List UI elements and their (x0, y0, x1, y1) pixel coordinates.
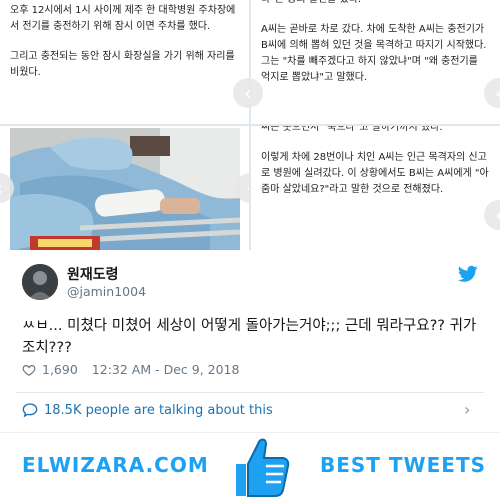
article-paragraph: 그리고 충전되는 동안 잠시 화장실을 가기 위해 자리를 비웠다. (10, 51, 235, 78)
brand-text[interactable]: ELWIZARA.COM (22, 453, 209, 477)
thumbs-up-icon (236, 438, 290, 497)
tweet-text: ㅆㅂ... 미쳤다 미쳤어 세상이 어떻게 돌아가는거야;;; 근데 뭐라구요?… (22, 318, 477, 356)
talking-about-label: 18.5K people are talking about this (44, 402, 273, 418)
article-cell-4[interactable]: 씨는 웃으면서 "죽으라"고 말하기까지 했다. 이렇게 차에 28번이나 치인… (251, 126, 500, 250)
article-cell-2[interactable]: 다"는 등의 발언을 했다. A씨는 곧바로 차로 갔다. 차에 도착한 A씨는… (251, 0, 500, 124)
article-paragraph: 다"는 등의 발언을 했다. (261, 0, 490, 8)
article-text-2: 다"는 등의 발언을 했다. A씨는 곧바로 차로 갔다. 차에 도착한 A씨는… (251, 0, 500, 86)
hospital-photo (10, 128, 240, 250)
talking-about-link[interactable]: 18.5K people are talking about this (22, 402, 273, 418)
tweet-meta: 1,690 12:32 AM - Dec 9, 2018 (22, 362, 239, 377)
like-count[interactable]: 1,690 (42, 362, 78, 377)
best-tweets-text[interactable]: BEST TWEETS (320, 453, 486, 477)
heart-icon[interactable] (22, 363, 36, 377)
article-text-4: 씨는 웃으면서 "죽으라"고 말하기까지 했다. 이렇게 차에 28번이나 치인… (251, 126, 500, 198)
article-text-1: 오후 12시에서 1시 사이께 제주 한 대학병원 주차장에서 전기를 충전하기… (0, 0, 249, 81)
article-cell-1[interactable]: 오후 12시에서 1시 사이께 제주 한 대학병원 주차장에서 전기를 충전하기… (0, 0, 249, 124)
chevron-left-icon: ‹ (495, 81, 500, 105)
chevron-left-icon: ‹ (244, 81, 252, 105)
article-paragraph: 이렇게 차에 28번이나 치인 A씨는 인근 목격자의 신고로 병원에 실려갔다… (261, 152, 489, 195)
divider (16, 392, 484, 393)
avatar[interactable] (22, 264, 58, 300)
article-cell-3[interactable]: ‹ ‹ (0, 126, 249, 250)
tweet-timestamp[interactable]: 12:32 AM - Dec 9, 2018 (92, 362, 240, 377)
speech-bubble-icon (22, 403, 38, 418)
chevron-left-icon: ‹ (246, 176, 249, 200)
carousel-nav-button[interactable]: ‹ (233, 78, 263, 108)
article-paragraph: 씨는 웃으면서 "죽으라"고 말하기까지 했다. (261, 126, 443, 133)
article-paragraph: A씨는 곧바로 차로 갔다. 차에 도착한 A씨는 충전기가 B씨에 의해 뽑혀… (261, 24, 487, 83)
chevron-left-icon: ‹ (0, 176, 3, 200)
display-name[interactable]: 원재도령 (67, 264, 119, 284)
article-image-grid: 오후 12시에서 1시 사이께 제주 한 대학병원 주차장에서 전기를 충전하기… (0, 0, 500, 250)
user-handle[interactable]: @jamin1004 (67, 284, 146, 299)
chevron-right-icon[interactable]: › (464, 400, 470, 419)
twitter-bird-icon[interactable] (458, 265, 478, 283)
article-paragraph: 오후 12시에서 1시 사이께 제주 한 대학병원 주차장에서 전기를 충전하기… (10, 5, 236, 32)
chevron-left-icon: ‹ (495, 203, 500, 227)
